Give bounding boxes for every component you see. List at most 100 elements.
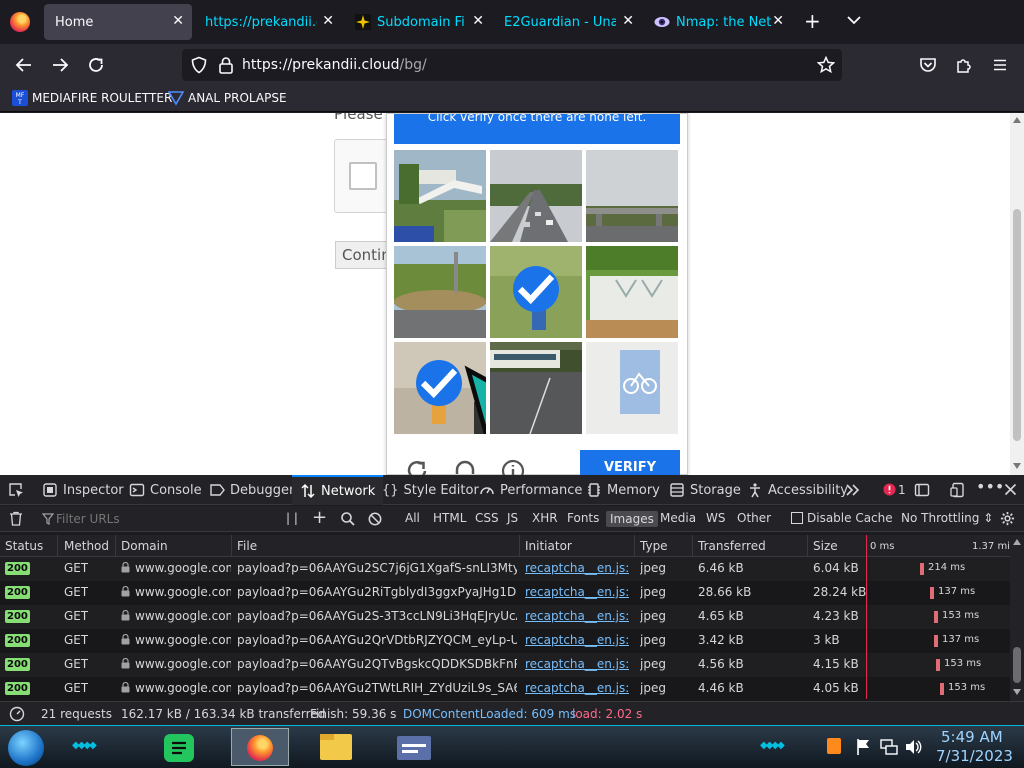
reload-button[interactable] xyxy=(85,54,107,76)
scroll-thumb[interactable] xyxy=(1013,647,1021,683)
split-console-icon[interactable] xyxy=(914,482,930,498)
filter-images[interactable]: Images xyxy=(606,511,658,527)
tab-nmap[interactable]: Nmap: the Network ✕ xyxy=(646,4,792,40)
back-button[interactable] xyxy=(13,54,35,76)
captcha-tile-5[interactable] xyxy=(490,246,582,338)
url-bar[interactable]: https://prekandii.cloud/bg/ xyxy=(182,49,842,81)
table-row[interactable]: 200 GET www.google.com payload?p=06AAYGu2SC… xyxy=(0,557,1010,581)
row-initiator[interactable]: recaptcha__en.js:1... xyxy=(525,633,629,647)
volume-icon[interactable] xyxy=(904,738,922,756)
add-request-button[interactable]: + xyxy=(312,507,327,528)
new-tab-button[interactable]: + xyxy=(804,11,821,31)
captcha-tile-2[interactable] xyxy=(490,150,582,242)
captcha-tile-6[interactable] xyxy=(586,246,678,338)
url-text[interactable]: https://prekandii.cloud/bg/ xyxy=(242,57,427,73)
verify-button[interactable]: VERIFY xyxy=(580,450,680,475)
filter-xhr[interactable]: XHR xyxy=(532,511,558,525)
recaptcha-checkbox[interactable] xyxy=(349,162,377,190)
bookmark-star-icon[interactable] xyxy=(817,56,835,74)
filter-all[interactable]: All xyxy=(405,511,420,525)
row-initiator[interactable]: recaptcha__en.js:1... xyxy=(525,561,629,575)
row-initiator[interactable]: recaptcha__en.js:1... xyxy=(525,657,629,671)
tracking-shield-icon[interactable] xyxy=(190,56,208,74)
bookmark-mediafire-rouletter[interactable]: MF T MEDIAFIRE ROULETTER xyxy=(12,90,172,106)
devtools-tab-console[interactable]: Console xyxy=(129,475,202,505)
column-initiator[interactable]: Initiator xyxy=(525,539,572,553)
devtools-tab-style-editor[interactable]: {} Style Editor xyxy=(382,475,479,505)
scroll-down-icon[interactable] xyxy=(1013,463,1021,469)
firefox-logo-icon[interactable] xyxy=(10,12,30,32)
devtools-tab-accessibility[interactable]: Accessibility xyxy=(747,475,848,505)
captcha-tile-3[interactable] xyxy=(586,150,678,242)
tab-close-icon[interactable]: ✕ xyxy=(322,14,334,28)
sheets-app-icon[interactable] xyxy=(164,734,194,762)
block-icon[interactable] xyxy=(368,512,382,526)
throttling-select[interactable]: No Throttling ⇕ xyxy=(901,511,993,525)
disable-cache-checkbox[interactable] xyxy=(791,512,803,524)
column-size[interactable]: Size xyxy=(813,539,838,553)
row-initiator[interactable]: recaptcha__en.js:1... xyxy=(525,585,629,599)
action-center-flag-icon[interactable] xyxy=(856,738,872,756)
performance-analysis-icon[interactable] xyxy=(9,706,25,722)
table-row[interactable]: 200 GET www.google.com payload?p=06AAYGu2Ri… xyxy=(0,581,1010,605)
close-devtools-icon[interactable] xyxy=(1004,483,1017,496)
table-row[interactable]: 200 GET www.google.com payload?p=06AAYGu2QT… xyxy=(0,653,1010,677)
captcha-tile-4[interactable] xyxy=(394,246,486,338)
error-count[interactable]: 1 xyxy=(898,483,906,497)
trash-icon[interactable] xyxy=(9,511,23,526)
devtools-tab-storage[interactable]: Storage xyxy=(669,475,741,505)
tab-close-icon[interactable]: ✕ xyxy=(472,14,484,28)
tab-prekandii[interactable]: https://prekandii.cloud/bg/ ✕ xyxy=(196,4,342,40)
scroll-thumb[interactable] xyxy=(1013,209,1021,441)
column-status[interactable]: Status xyxy=(5,539,43,553)
column-transferred[interactable]: Transferred xyxy=(698,539,766,553)
request-list-scrollbar[interactable] xyxy=(1010,535,1024,701)
scroll-up-icon[interactable] xyxy=(1013,117,1021,123)
scroll-down-icon[interactable] xyxy=(1013,689,1021,695)
devtools-tab-debugger[interactable]: Debugger xyxy=(209,475,294,505)
clock-time[interactable]: 5:49 AM xyxy=(941,728,1003,746)
table-row[interactable]: 200 GET www.google.com payload?p=06AAYGu2Qr… xyxy=(0,629,1010,653)
double-chevron-right-icon[interactable] xyxy=(845,483,861,497)
captcha-tile-7[interactable] xyxy=(394,342,486,434)
captcha-tile-9[interactable] xyxy=(586,342,678,434)
filter-js[interactable]: JS xyxy=(507,511,518,525)
reload-challenge-icon[interactable] xyxy=(404,458,430,475)
element-picker-icon[interactable] xyxy=(8,482,24,498)
column-type[interactable]: Type xyxy=(640,539,668,553)
filter-css[interactable]: CSS xyxy=(475,511,499,525)
tab-home[interactable]: Home ✕ xyxy=(44,4,192,40)
network-icon[interactable] xyxy=(880,738,898,756)
column-domain[interactable]: Domain xyxy=(121,539,168,553)
column-file[interactable]: File xyxy=(237,539,257,553)
padlock-icon[interactable] xyxy=(218,56,234,74)
filter-ws[interactable]: WS xyxy=(706,511,725,525)
error-icon[interactable] xyxy=(883,483,896,496)
filter-other[interactable]: Other xyxy=(737,511,771,525)
scroll-up-icon[interactable] xyxy=(1013,539,1021,545)
clock-date[interactable]: 7/31/2023 xyxy=(936,747,1013,765)
devtools-tab-network[interactable]: Network xyxy=(292,475,384,505)
table-row[interactable]: 200 GET www.google.com payload?p=06AAYGu2TW… xyxy=(0,677,1010,701)
filter-html[interactable]: HTML xyxy=(433,511,466,525)
tab-e2guardian[interactable]: E2Guardian - Unable ✕ xyxy=(496,4,642,40)
filter-fonts[interactable]: Fonts xyxy=(567,511,599,525)
file-explorer-icon[interactable] xyxy=(320,734,352,760)
bookmark-anal-prolapse[interactable]: ANAL PROLAPSE xyxy=(168,90,287,106)
audio-challenge-icon[interactable] xyxy=(452,458,478,475)
extensions-button[interactable] xyxy=(953,54,975,76)
tab-subdomain-finder[interactable]: Subdomain Finder ✕ xyxy=(346,4,492,40)
start-orb-button[interactable] xyxy=(8,730,44,766)
pocket-button[interactable] xyxy=(917,54,939,76)
app-menu-button[interactable] xyxy=(989,54,1011,76)
search-icon[interactable] xyxy=(341,512,355,526)
pause-icon[interactable]: | | xyxy=(286,511,298,525)
firefox-taskbar-button[interactable] xyxy=(231,728,289,766)
captcha-tile-1[interactable] xyxy=(394,150,486,242)
devtools-tab-performance[interactable]: Performance xyxy=(479,475,582,505)
row-initiator[interactable]: recaptcha__en.js:1... xyxy=(525,609,629,623)
control-panel-icon[interactable] xyxy=(397,736,431,760)
tab-close-icon[interactable]: ✕ xyxy=(772,14,784,28)
captcha-tile-8[interactable] xyxy=(490,342,582,434)
chevron-down-icon[interactable] xyxy=(846,12,862,28)
